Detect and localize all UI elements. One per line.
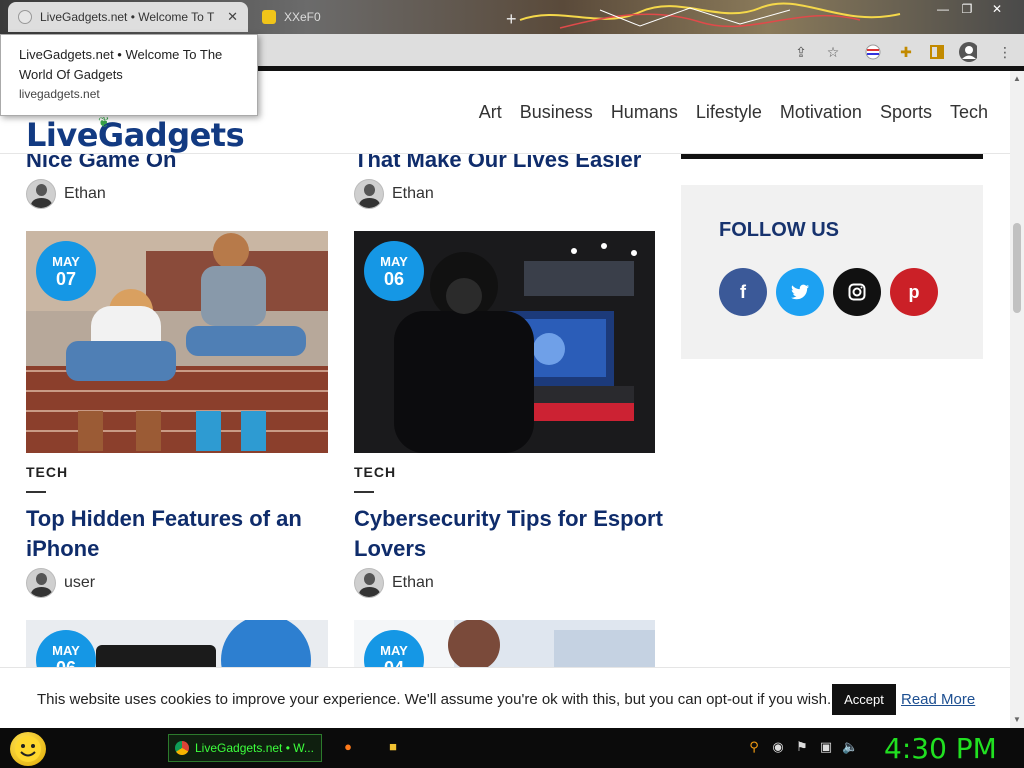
share-icon[interactable]: ⇪	[792, 43, 810, 61]
pinterest-icon[interactable]: p	[890, 268, 938, 316]
post-title-esport-line1[interactable]: Cybersecurity Tips for Esport	[354, 504, 663, 534]
scroll-thumb[interactable]	[1013, 223, 1021, 313]
volume-icon[interactable]: 🔈	[842, 739, 858, 755]
nav-tech[interactable]: Tech	[950, 102, 988, 123]
taskbar-chrome-window[interactable]: LiveGadgets.net • W...	[168, 734, 322, 762]
minimize-button[interactable]: —	[932, 0, 954, 18]
follow-us-title: FOLLOW US	[719, 219, 839, 241]
author-avatar	[354, 179, 384, 209]
author-name: Ethan	[64, 185, 106, 202]
menu-kebab-icon[interactable]: ⋮	[996, 43, 1014, 61]
category-underline	[354, 491, 374, 493]
tab-title: LiveGadgets.net • Welcome To T	[40, 10, 215, 24]
nav-motivation[interactable]: Motivation	[780, 102, 862, 123]
date-month: MAY	[380, 643, 408, 658]
page-scrollbar[interactable]: ▲ ▼	[1010, 71, 1024, 728]
cookie-consent-bar: This website uses cookies to improve you…	[0, 667, 1010, 728]
nav-business[interactable]: Business	[520, 102, 593, 123]
site-logo[interactable]: ❦ LiveGadgets	[26, 115, 245, 154]
post-author[interactable]: Ethan	[354, 568, 434, 598]
author-name: Ethan	[392, 574, 434, 591]
network-icon[interactable]: ▣	[818, 739, 834, 755]
tab-strip: LiveGadgets.net • Welcome To T ✕ XXeF0 +…	[0, 0, 1024, 34]
close-window-button[interactable]: ✕	[986, 0, 1008, 18]
scroll-down-arrow-icon[interactable]: ▼	[1012, 715, 1022, 725]
nav-art[interactable]: Art	[479, 102, 502, 123]
post-author[interactable]: user	[26, 568, 95, 598]
os-taskbar: LiveGadgets.net • W... ● ■ ⚲ ◉ ⚑ ▣ 🔈 4:3…	[0, 728, 1024, 768]
bookmark-star-icon[interactable]: ☆	[824, 43, 842, 61]
post-author[interactable]: Ethan	[26, 179, 106, 209]
follow-us-widget: FOLLOW US f p	[681, 185, 983, 359]
date-day: 06	[383, 269, 405, 289]
scroll-up-arrow-icon[interactable]: ▲	[1012, 74, 1022, 84]
flag-icon[interactable]: ⚑	[794, 739, 810, 755]
search-icon[interactable]: ⚲	[746, 739, 762, 755]
author-avatar	[26, 179, 56, 209]
post-category[interactable]: TECH	[26, 464, 68, 480]
taskbar-window-title: LiveGadgets.net • W...	[195, 741, 314, 755]
tooltip-url: livegadgets.net	[19, 87, 100, 101]
cookie-message: This website uses cookies to improve you…	[37, 691, 832, 708]
tooltip-title-line2: World Of Gadgets	[19, 67, 123, 82]
author-name: Ethan	[392, 185, 434, 202]
tooltip-title-line1: LiveGadgets.net • Welcome To The	[19, 47, 223, 62]
nav-humans[interactable]: Humans	[611, 102, 678, 123]
date-day: 07	[55, 269, 77, 289]
tab-favicon-icon	[18, 10, 32, 24]
firefox-icon[interactable]: ●	[340, 739, 356, 755]
post-date-badge: MAY 06	[364, 241, 424, 301]
extension-flag-icon[interactable]	[864, 43, 882, 61]
sidepanel-icon[interactable]	[928, 43, 946, 61]
logo-text: LiveGadgets	[26, 116, 245, 154]
taskbar-clock[interactable]: 4:30 PM	[884, 732, 997, 765]
maximize-button[interactable]: ❐	[956, 0, 978, 18]
folder-icon[interactable]: ■	[385, 739, 401, 755]
cookie-accept-button[interactable]: Accept	[832, 684, 896, 715]
facebook-icon[interactable]: f	[719, 268, 767, 316]
start-button[interactable]	[10, 732, 46, 766]
cookie-read-more-link[interactable]: Read More	[901, 691, 975, 708]
web-page: Nice Game On That Make Our Lives Easier …	[0, 71, 1010, 728]
author-avatar	[354, 568, 384, 598]
author-name: user	[64, 574, 96, 591]
date-month: MAY	[52, 254, 80, 269]
post-author[interactable]: Ethan	[354, 179, 434, 209]
instagram-icon[interactable]	[833, 268, 881, 316]
tab-favicon-icon	[262, 10, 276, 24]
nav-sports[interactable]: Sports	[880, 102, 932, 123]
nav-lifestyle[interactable]: Lifestyle	[696, 102, 762, 123]
chrome-icon	[175, 741, 189, 755]
tray-status-icon[interactable]: ◉	[770, 739, 786, 755]
post-date-badge: MAY 07	[36, 241, 96, 301]
tab-hover-tooltip: LiveGadgets.net • Welcome To The World O…	[0, 34, 258, 116]
date-month: MAY	[52, 643, 80, 658]
tab-second[interactable]: XXeF0	[252, 2, 482, 32]
twitter-icon[interactable]	[776, 268, 824, 316]
date-month: MAY	[380, 254, 408, 269]
tab-title: XXeF0	[284, 10, 321, 24]
post-title-esport-line2[interactable]: Lovers	[354, 534, 426, 564]
new-tab-button[interactable]: +	[496, 4, 522, 34]
post-title-iphone-line2[interactable]: iPhone	[26, 534, 99, 564]
post-category[interactable]: TECH	[354, 464, 396, 480]
profile-avatar-icon[interactable]	[959, 42, 977, 62]
main-nav: Art Business Humans Lifestyle Motivation…	[479, 102, 988, 123]
tab-close-icon[interactable]: ✕	[227, 9, 238, 25]
post-title-iphone-line1[interactable]: Top Hidden Features of an	[26, 504, 302, 534]
tab-livegadgets[interactable]: LiveGadgets.net • Welcome To T ✕	[8, 2, 248, 32]
category-underline	[26, 491, 46, 493]
author-avatar	[26, 568, 56, 598]
extensions-puzzle-icon[interactable]: ✚	[897, 43, 915, 61]
smiley-icon	[15, 736, 41, 762]
